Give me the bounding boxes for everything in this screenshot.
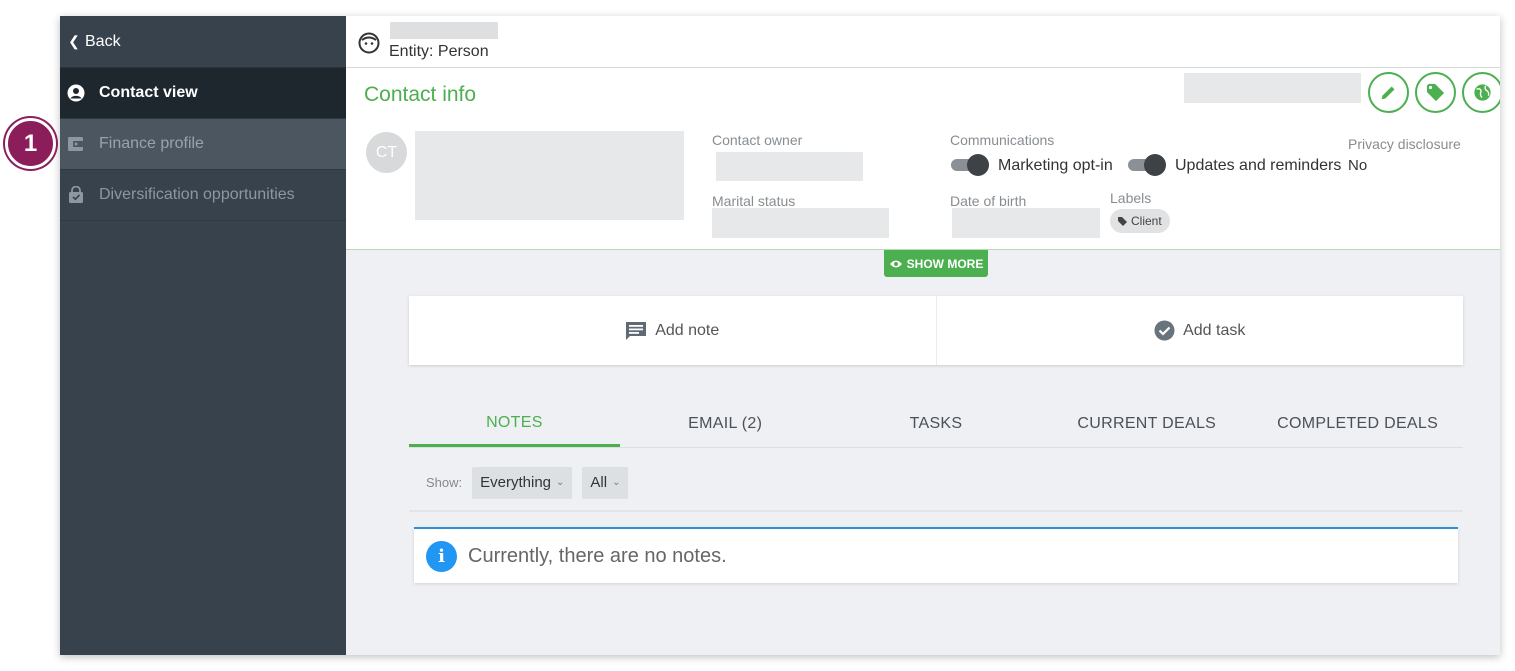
face-icon	[358, 32, 380, 59]
marital-status-label: Marital status	[712, 193, 796, 209]
marketing-optin-label: Marketing opt-in	[998, 157, 1113, 174]
marital-status-value	[712, 208, 889, 238]
show-more-label: SHOW MORE	[906, 256, 984, 271]
labels-label: Labels	[1110, 190, 1152, 206]
contact-owner-label: Contact owner	[712, 132, 803, 148]
sidebar-item-label: Contact view	[99, 84, 198, 101]
empty-notes-text: Currently, there are no notes.	[468, 544, 727, 567]
check-circle-icon	[1154, 320, 1175, 341]
entity-label: Entity: Person	[389, 43, 489, 60]
tab-notes[interactable]: NOTES	[409, 401, 620, 447]
date-of-birth-label: Date of birth	[950, 193, 1027, 209]
tab-email[interactable]: EMAIL (2)	[620, 401, 831, 447]
pencil-icon	[1381, 86, 1395, 100]
marketing-optin-toggle[interactable]	[951, 154, 989, 176]
chevron-down-icon: ⌄	[612, 477, 621, 488]
privacy-disclosure-label: Privacy disclosure	[1348, 136, 1461, 152]
sidebar-item-label: Diversification opportunities	[99, 186, 295, 203]
date-of-birth-value	[952, 208, 1100, 238]
tab-tasks[interactable]: TASKS	[831, 401, 1042, 447]
contact-details-placeholder	[415, 131, 684, 220]
add-task-label: Add task	[1183, 321, 1246, 339]
updates-reminders-label: Updates and reminders	[1175, 157, 1342, 174]
scope-filter-value: All	[590, 474, 608, 491]
sidebar-item-finance-profile[interactable]: Finance profile	[60, 119, 346, 170]
show-more-button[interactable]: SHOW MORE	[884, 250, 988, 277]
globe-icon	[1474, 84, 1491, 101]
contact-owner-value	[716, 152, 863, 181]
add-note-button[interactable]: Add note	[409, 296, 937, 365]
info-icon: i	[426, 540, 457, 572]
tag-icon	[1426, 83, 1445, 102]
sidebar-item-contact-view[interactable]: Contact view	[60, 68, 346, 119]
note-icon	[626, 321, 647, 340]
back-button[interactable]: ❮ Back	[60, 16, 346, 68]
contact-info-title: Contact info	[364, 83, 477, 106]
client-label-chip[interactable]: Client	[1110, 209, 1170, 233]
communications-label: Communications	[950, 132, 1055, 148]
type-filter-dropdown[interactable]: Everything ⌄	[472, 466, 573, 499]
header-info-placeholder	[1184, 73, 1361, 103]
add-task-button[interactable]: Add task	[937, 296, 1464, 365]
app-window: ❮ Back Contact view Finance profile Dive…	[60, 16, 1500, 655]
bag-icon	[66, 185, 86, 205]
entity-header: Entity: Person	[346, 16, 1500, 68]
updates-reminders-toggle[interactable]	[1128, 154, 1166, 176]
client-label-text: Client	[1131, 214, 1162, 228]
back-label: Back	[85, 32, 121, 50]
tab-bar: NOTES EMAIL (2) TASKS CURRENT DEALS COMP…	[409, 401, 1463, 448]
contact-info-panel: Contact info CT Contact owner Marital st…	[346, 68, 1500, 250]
filter-row: Show: Everything ⌄ All ⌄	[426, 466, 629, 499]
action-card: Add note Add task	[409, 296, 1463, 365]
empty-notes-notice: i Currently, there are no notes.	[414, 527, 1458, 583]
show-label: Show:	[426, 475, 463, 490]
sidebar-item-label: Finance profile	[99, 135, 204, 152]
name-placeholder	[390, 22, 498, 39]
web-button[interactable]	[1462, 72, 1500, 113]
chevron-left-icon: ❮	[68, 33, 80, 49]
scope-filter-dropdown[interactable]: All ⌄	[582, 466, 629, 499]
wallet-icon	[66, 134, 86, 154]
user-circle-icon	[66, 83, 86, 103]
tag-icon	[1118, 216, 1127, 226]
chevron-down-icon: ⌄	[556, 477, 565, 488]
add-note-label: Add note	[655, 321, 720, 339]
step-badge: 1	[5, 118, 56, 169]
tab-completed-deals[interactable]: COMPLETED DEALS	[1252, 401, 1463, 447]
privacy-disclosure-value: No	[1348, 157, 1368, 174]
edit-button[interactable]	[1368, 72, 1409, 113]
avatar: CT	[366, 132, 407, 173]
sidebar: ❮ Back Contact view Finance profile Dive…	[60, 16, 346, 655]
sidebar-item-diversification[interactable]: Diversification opportunities	[60, 170, 346, 221]
main-content: Entity: Person Contact info CT Contact o…	[346, 16, 1500, 655]
eye-icon	[889, 260, 902, 267]
type-filter-value: Everything	[480, 474, 552, 491]
divider	[409, 510, 1463, 512]
tab-current-deals[interactable]: CURRENT DEALS	[1041, 401, 1252, 447]
tag-button[interactable]	[1415, 72, 1456, 113]
